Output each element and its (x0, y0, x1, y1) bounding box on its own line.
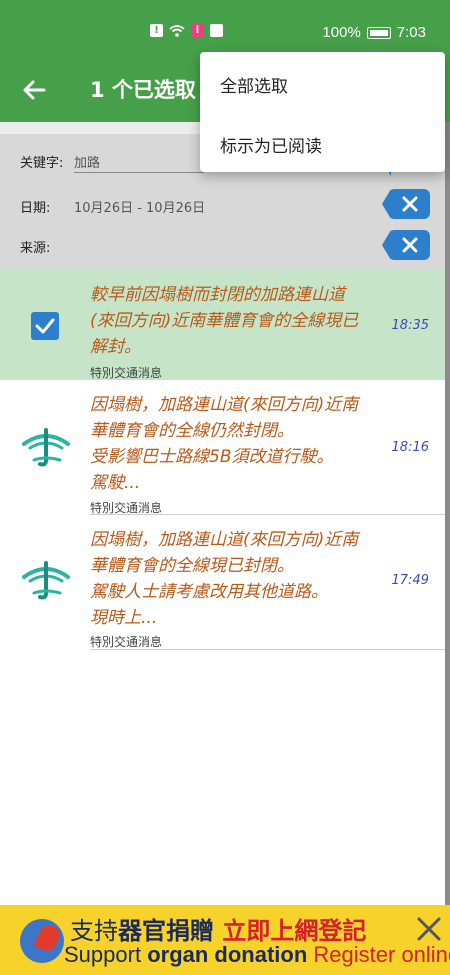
divider (90, 649, 445, 650)
title-line: 較早前因塌樹而封閉的加路連山道 (90, 285, 345, 305)
message-title: 因塌樹，加路連山道(來回方向)近南 華體育會的全線現已封閉。 駕駛人士請考慮改用… (90, 527, 390, 631)
alert-icon: ! (150, 24, 163, 37)
ad-text: organ donation (147, 942, 308, 967)
globe-logo-icon (20, 919, 64, 963)
status-icons: ! i (150, 24, 223, 37)
title-line: 因塌樹，加路連山道(來回方向)近南 (90, 530, 359, 550)
keyword-underline (74, 172, 204, 173)
title-line: 華體育會的全線現已封閉。 (90, 556, 294, 576)
menu-item-mark-read[interactable]: 标示为已阅读 (220, 132, 322, 157)
title-line: 解封。 (90, 337, 141, 357)
title-line: 受影響巴士路線5B須改道行駛。 (90, 447, 334, 467)
date-label: 日期: (20, 201, 51, 216)
check-icon (35, 318, 55, 334)
list-item[interactable]: 較早前因塌樹而封閉的加路連山道 (來回方向)近南華體育會的全線現已 解封。 18… (0, 270, 445, 380)
close-icon (402, 237, 418, 253)
keyword-label: 关键字: (20, 156, 64, 171)
status-bar: ! i 100% 7:03 (0, 0, 450, 58)
list-item[interactable]: 因塌樹，加路連山道(來回方向)近南 華體育會的全線現已封閉。 駕駛人士請考慮改用… (0, 515, 445, 650)
clear-date-button[interactable] (382, 189, 430, 219)
title-line: 駕駛人士請考慮改用其他道路。 (90, 582, 328, 602)
ad-text: Support (64, 942, 142, 967)
info-icon: i (191, 24, 204, 37)
ad-banner[interactable]: 支持器官捐贈 立即上網登記 Support organ donation Reg… (0, 905, 450, 975)
title-line: 因塌樹，加路連山道(來回方向)近南 (90, 395, 359, 415)
message-time: 18:16 (391, 440, 429, 455)
message-title: 因塌樹，加路連山道(來回方向)近南 華體育會的全線仍然封閉。 受影響巴士路線5B… (90, 392, 390, 496)
title-line: (來回方向)近南華體育會的全線現已 (90, 311, 359, 331)
ad-text: 器官捐贈 (118, 917, 214, 945)
date-range[interactable]: 10月26日 - 10月26日 (74, 197, 205, 216)
source-label: 来源: (20, 241, 51, 256)
keyword-input[interactable]: 加路 (74, 152, 100, 171)
title-line: 華體育會的全線仍然封閉。 (90, 421, 294, 441)
ad-headline: 支持器官捐贈 立即上網登記 (70, 911, 366, 946)
checkbox[interactable] (31, 312, 59, 340)
close-icon (402, 196, 418, 212)
message-title: 較早前因塌樹而封閉的加路連山道 (來回方向)近南華體育會的全線現已 解封。 (90, 282, 390, 360)
close-icon[interactable] (415, 915, 443, 943)
list-item[interactable]: 因塌樹，加路連山道(來回方向)近南 華體育會的全線仍然封閉。 受影響巴士路線5B… (0, 380, 445, 515)
clock: 7:03 (396, 24, 426, 41)
battery-icon (366, 26, 391, 39)
ad-text: 支持 (70, 917, 118, 945)
transport-logo-icon (22, 428, 70, 467)
transport-logo-icon (22, 561, 70, 600)
ad-text: Register online! (313, 942, 450, 967)
status-right: 100% 7:03 (322, 24, 426, 41)
arrow-left-icon[interactable] (16, 72, 52, 108)
page-title: 1 个已选取 (90, 78, 196, 102)
ad-text: 立即上網登記 (222, 917, 367, 945)
overflow-menu: 全部选取 标示为已阅读 (200, 52, 445, 172)
ad-subline: Support organ donation Register online! (64, 942, 450, 968)
title-line: 駕駛... (90, 473, 141, 493)
battery-percent: 100% (322, 24, 361, 41)
clear-source-button[interactable] (382, 230, 430, 260)
message-category: 特別交通消息 (90, 366, 163, 380)
message-icon (210, 24, 223, 37)
menu-item-select-all[interactable]: 全部选取 (220, 72, 288, 97)
title-line: 現時上... (90, 608, 158, 628)
message-time: 18:35 (391, 318, 429, 333)
message-time: 17:49 (391, 573, 429, 588)
message-category: 特別交通消息 (90, 635, 163, 649)
scrollbar[interactable] (445, 122, 450, 905)
wifi-icon (169, 24, 185, 37)
